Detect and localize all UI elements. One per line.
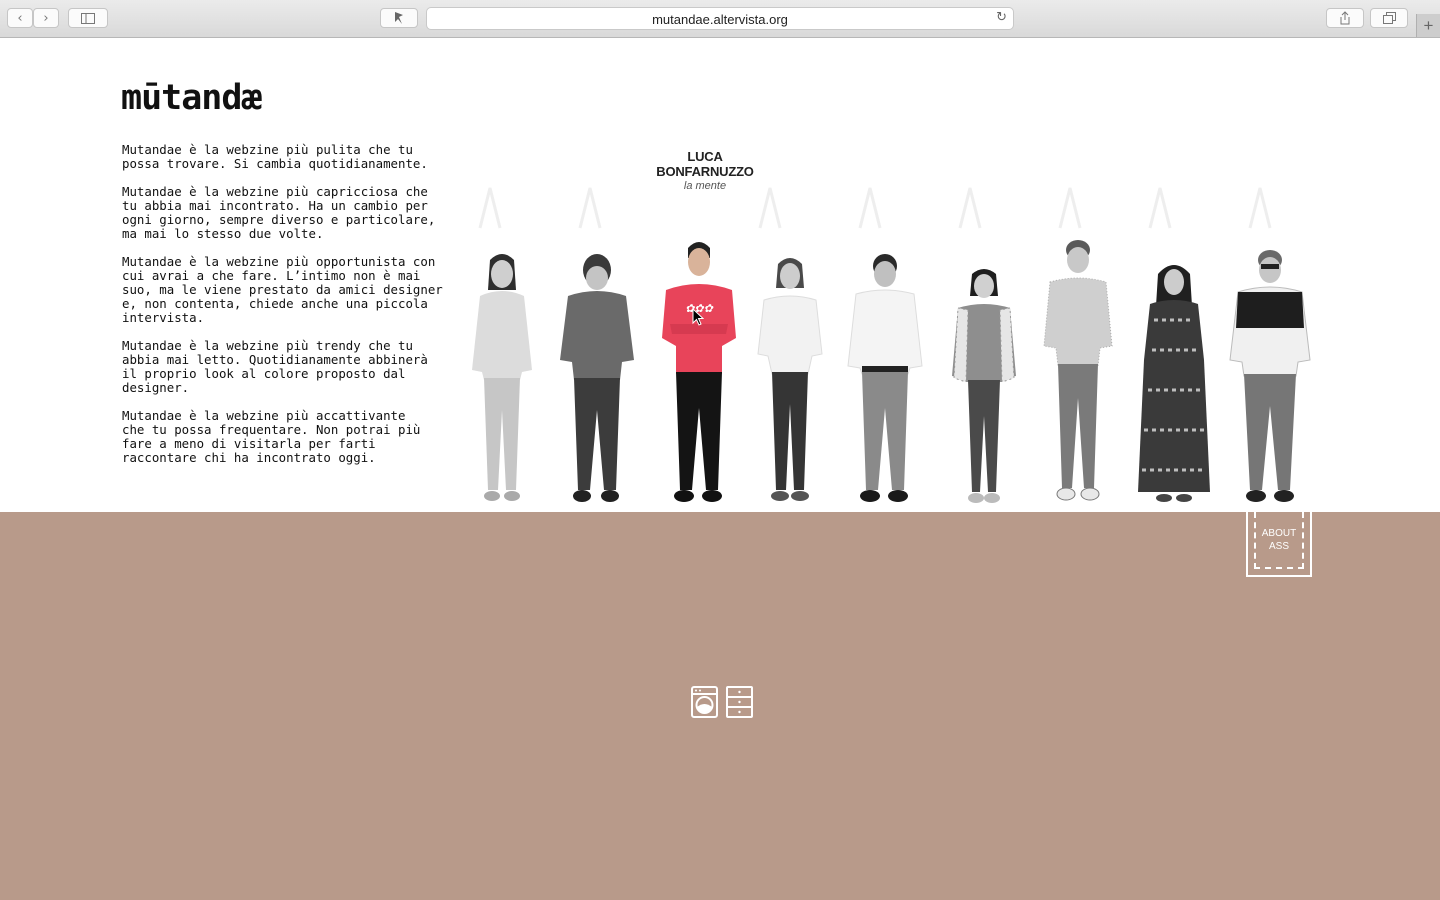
- reload-icon[interactable]: ↻: [996, 10, 1007, 25]
- background-silhouettes: [478, 187, 1272, 229]
- url-text: mutandae.altervista.org: [652, 12, 788, 27]
- share-icon: [1340, 11, 1350, 25]
- chevron-left-icon: ‹: [17, 10, 23, 26]
- new-tab-button[interactable]: +: [1416, 14, 1440, 37]
- team-member-photo[interactable]: [1224, 246, 1316, 505]
- team-member-photo[interactable]: [842, 248, 928, 505]
- hero-section: mūtandæ Mutandae è la webzine più pulita…: [0, 38, 1440, 512]
- about-button[interactable]: ABOUT ASS: [1246, 512, 1312, 577]
- intro-paragraph: Mutandae è la webzine più opportunista c…: [122, 254, 443, 325]
- team-member-photo[interactable]: [1038, 238, 1118, 505]
- member-name-line2: BONFARNUZZO: [656, 164, 754, 179]
- intro-paragraph: Mutandae è la webzine più accattivante c…: [122, 408, 421, 465]
- member-name-line1: LUCA: [687, 149, 723, 164]
- washing-machine-icon[interactable]: [691, 686, 719, 718]
- site-favicon-icon: [395, 12, 403, 24]
- drawer-cabinet-icon[interactable]: [726, 686, 754, 718]
- intro-text: Mutandae è la webzine più pulita che tu …: [122, 143, 447, 479]
- intro-paragraph: Mutandae è la webzine più trendy che tu …: [122, 338, 428, 395]
- team-member-photo-highlighted[interactable]: ✿✿✿: [656, 238, 742, 505]
- team-photo-row: LUCA BONFARNUZZO la mente ✿✿✿: [460, 138, 1320, 508]
- back-button[interactable]: ‹: [7, 8, 33, 28]
- address-bar[interactable]: mutandae.altervista.org ↻: [426, 7, 1014, 30]
- team-member-photo[interactable]: [462, 250, 542, 505]
- mouse-cursor-icon: [692, 308, 704, 326]
- team-member-photo[interactable]: [946, 266, 1022, 505]
- forward-button[interactable]: ›: [33, 8, 59, 28]
- browser-toolbar: ‹ › mutandae.altervista.org ↻ +: [0, 0, 1440, 38]
- chevron-right-icon: ›: [43, 10, 49, 26]
- team-member-photo[interactable]: [1134, 260, 1214, 505]
- site-logo[interactable]: mūtandæ: [121, 78, 263, 118]
- site-favicon-button[interactable]: [380, 8, 418, 28]
- archive-icons: [691, 686, 755, 718]
- team-member-photo[interactable]: [750, 254, 830, 505]
- intro-paragraph: Mutandae è la webzine più pulita che tu …: [122, 142, 428, 171]
- team-member-photo[interactable]: [554, 250, 640, 505]
- about-label: ABOUT ASS: [1254, 512, 1304, 569]
- sidebar-button[interactable]: [68, 8, 108, 28]
- share-button[interactable]: [1326, 8, 1364, 28]
- tabs-overview-button[interactable]: [1370, 8, 1408, 28]
- intro-paragraph: Mutandae è la webzine più capricciosa ch…: [122, 184, 436, 241]
- sidebar-icon: [81, 12, 95, 24]
- tabs-icon: [1382, 12, 1396, 24]
